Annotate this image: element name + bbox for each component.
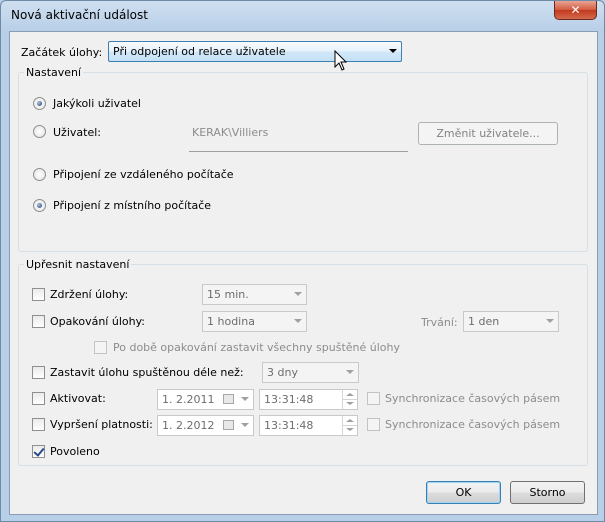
task-start-value: Při odpojení od relace uživatele (113, 45, 286, 58)
repeat-select[interactable]: 1 hodina (202, 311, 307, 332)
spin-down-icon[interactable] (346, 402, 354, 405)
cancel-button[interactable]: Storno (510, 481, 585, 504)
repeat-label[interactable]: Opakování úlohy: (50, 315, 145, 328)
expire-time-value: 13:31:48 (264, 419, 314, 432)
user-value: KERAK\Villiers (192, 126, 269, 139)
time-spinner[interactable] (342, 416, 357, 435)
activate-label[interactable]: Aktivovat: (50, 392, 106, 405)
stop-longer-select[interactable]: 3 dny (262, 362, 359, 383)
expire-checkbox[interactable] (32, 418, 45, 431)
repeat-value: 1 hodina (207, 315, 255, 328)
dialog-body: Začátek úlohy: Při odpojení od relace už… (9, 31, 598, 515)
repeat-checkbox[interactable] (32, 315, 45, 328)
duration-select[interactable]: 1 den (463, 311, 559, 332)
enabled-checkbox[interactable] (32, 445, 45, 458)
expire-label[interactable]: Vypršení platnosti: (50, 418, 153, 431)
duration-label: Trvání: (421, 316, 458, 329)
delay-label[interactable]: Zdržení úlohy: (50, 288, 128, 301)
any-user-radio[interactable] (33, 97, 46, 110)
task-start-select[interactable]: Při odpojení od relace uživatele (108, 41, 402, 62)
activate-sync-label[interactable]: Synchronizace časových pásem (385, 392, 560, 405)
chevron-down-icon (389, 49, 397, 53)
title-bar[interactable]: Nová aktivační událost ✕ (1, 1, 604, 31)
window-title: Nová aktivační událost (11, 8, 148, 22)
chevron-down-icon[interactable] (241, 397, 249, 401)
remote-connection-radio[interactable] (33, 168, 46, 181)
change-user-button[interactable]: Změnit uživatele... (418, 122, 558, 145)
stop-all-label[interactable]: Po době opakování zastavit všechny spušt… (113, 341, 400, 354)
activate-checkbox[interactable] (32, 392, 45, 405)
close-button[interactable]: ✕ (554, 1, 597, 20)
activate-date-value: 1. 2.2011 (162, 393, 215, 406)
time-spinner[interactable] (342, 390, 357, 409)
chevron-down-icon (546, 319, 554, 323)
chevron-down-icon[interactable] (241, 423, 249, 427)
activate-sync-checkbox[interactable] (367, 392, 380, 405)
activate-time-value: 13:31:48 (264, 393, 314, 406)
expire-sync-checkbox[interactable] (367, 418, 380, 431)
spin-up-icon[interactable] (346, 419, 354, 422)
any-user-label[interactable]: Jakýkoli uživatel (53, 97, 141, 110)
chevron-down-icon (346, 370, 354, 374)
expire-date-field[interactable]: 1. 2.2012 (157, 415, 254, 436)
user-separator (189, 151, 408, 152)
expire-date-value: 1. 2.2012 (162, 419, 215, 432)
spin-up-icon[interactable] (346, 393, 354, 396)
local-connection-label[interactable]: Připojení z místního počítače (53, 199, 211, 212)
stop-longer-value: 3 dny (267, 366, 298, 379)
settings-group-title: Nastavení (24, 66, 84, 79)
calendar-icon[interactable] (223, 394, 234, 404)
spin-down-icon[interactable] (346, 428, 354, 431)
ok-button[interactable]: OK (426, 481, 501, 504)
ok-label: OK (455, 486, 472, 499)
activate-date-field[interactable]: 1. 2.2011 (157, 389, 254, 410)
stop-longer-label[interactable]: Zastavit úlohu spuštěnou déle než: (50, 366, 244, 379)
mouse-cursor-icon (334, 50, 348, 71)
duration-value: 1 den (468, 315, 500, 328)
user-label[interactable]: Uživatel: (53, 126, 101, 139)
chevron-down-icon (294, 292, 302, 296)
stop-all-checkbox[interactable] (94, 341, 107, 354)
close-icon: ✕ (570, 3, 581, 17)
activate-time-field[interactable]: 13:31:48 (259, 389, 358, 410)
advanced-group-title: Upřesnit nastavení (24, 258, 132, 271)
cancel-label: Storno (529, 486, 566, 499)
local-connection-radio[interactable] (33, 199, 46, 212)
delay-select[interactable]: 15 min. (202, 284, 307, 305)
enabled-label[interactable]: Povoleno (50, 445, 100, 458)
user-radio[interactable] (33, 125, 46, 138)
task-start-label: Začátek úlohy: (21, 46, 103, 59)
expire-time-field[interactable]: 13:31:48 (259, 415, 358, 436)
expire-sync-label[interactable]: Synchronizace časových pásem (385, 418, 560, 431)
stop-longer-checkbox[interactable] (32, 366, 45, 379)
chevron-down-icon (294, 319, 302, 323)
dialog-window: Nová aktivační událost ✕ Začátek úlohy: … (0, 0, 605, 522)
calendar-icon[interactable] (223, 420, 234, 430)
change-user-label: Změnit uživatele... (436, 127, 540, 140)
delay-checkbox[interactable] (32, 288, 45, 301)
delay-value: 15 min. (207, 288, 249, 301)
remote-connection-label[interactable]: Připojení ze vzdáleného počítače (53, 168, 234, 181)
